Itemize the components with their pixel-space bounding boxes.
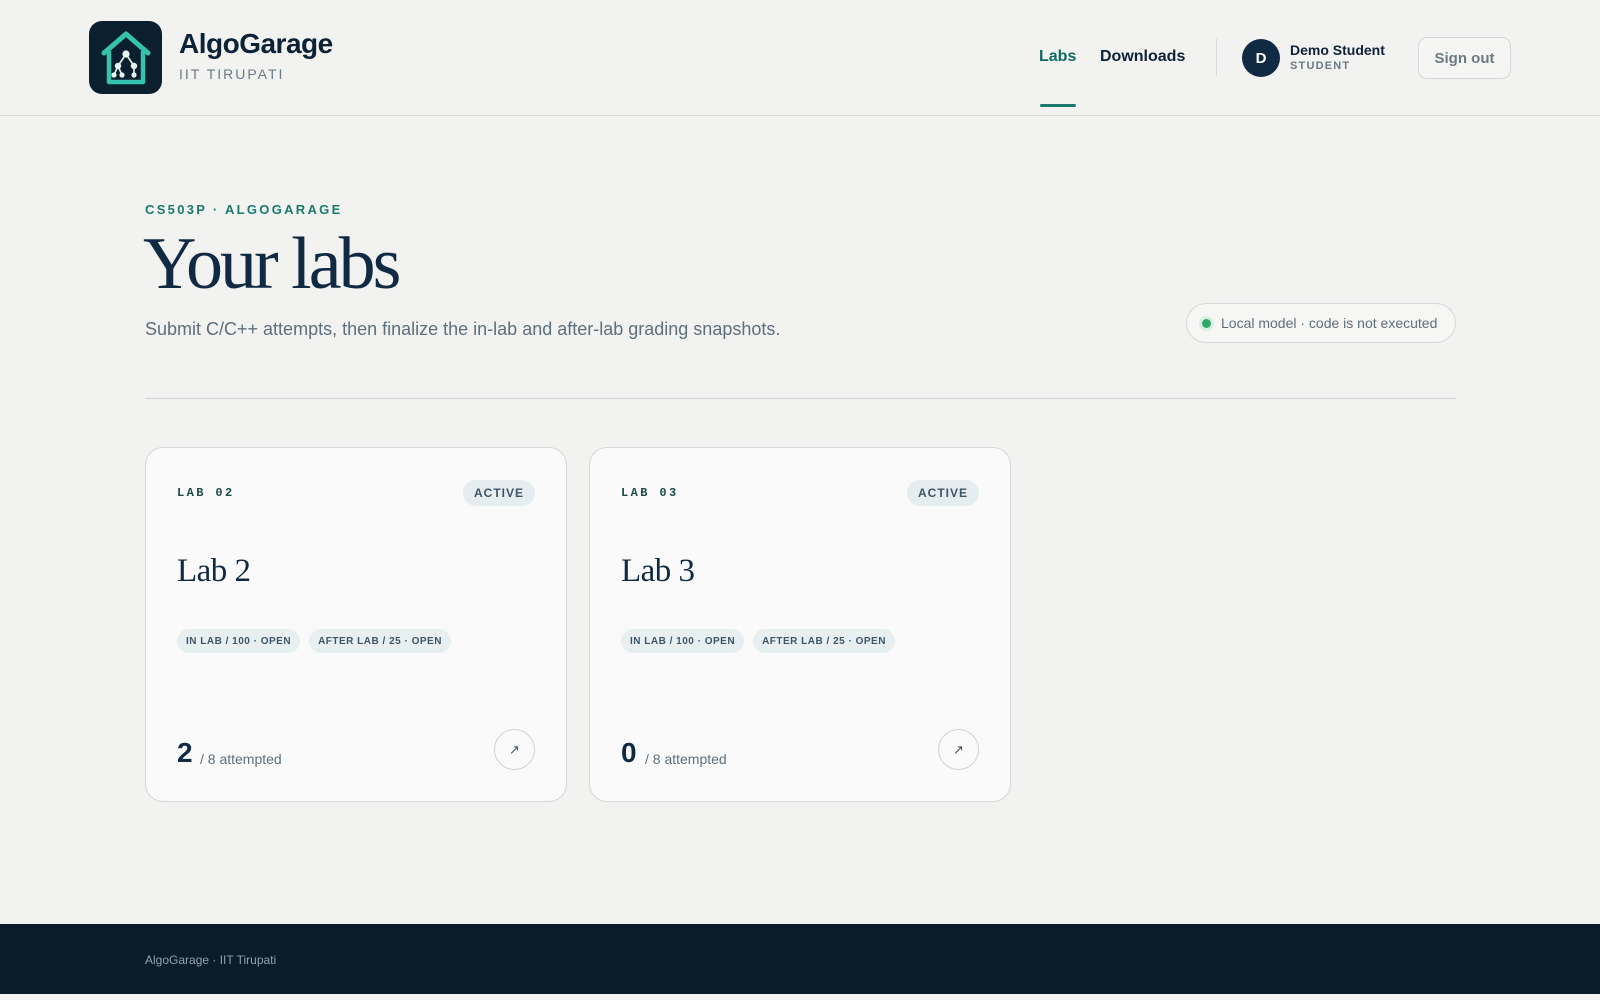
brand-name: AlgoGarage [179,28,333,59]
lab-tag: LAB 02 [177,486,235,500]
lab-title[interactable]: Lab 3 [621,553,695,590]
in-lab-chip: IN LAB / 100 · OPEN [177,629,301,653]
lab-card[interactable]: LAB 03 ACTIVE Lab 3 IN LAB / 100 · OPEN … [589,447,1011,802]
lab-status-badge: ACTIVE [906,480,979,506]
user-avatar[interactable]: D [1242,39,1280,77]
nav-labs[interactable]: Labs [1039,48,1076,66]
nav-divider [1216,39,1217,76]
nav-downloads[interactable]: Downloads [1100,48,1185,66]
attempted-count: 0 [621,737,637,768]
lab-chips: IN LAB / 100 · OPEN AFTER LAB / 25 · OPE… [621,629,895,653]
attempted-suffix: / 8 attempted [200,751,282,767]
page-footer: AlgoGarage · IIT Tirupati [0,924,1600,994]
section-divider [145,398,1456,399]
in-lab-chip: IN LAB / 100 · OPEN [621,629,745,653]
brand-logo[interactable] [89,21,162,94]
status-text: Local model · code is not executed [1221,315,1438,331]
footer-text: AlgoGarage · IIT Tirupati [145,953,277,967]
after-lab-chip: AFTER LAB / 25 · OPEN [753,629,895,653]
lab-title[interactable]: Lab 2 [177,553,251,590]
arrow-up-right-icon: ↗ [953,741,964,757]
attempted-count: 2 [177,737,193,768]
lab-tag: LAB 03 [621,486,679,500]
nav-active-indicator [1040,104,1076,107]
arrow-up-right-icon: ↗ [509,741,520,757]
brand-subtitle: IIT TIRUPATI [179,66,285,82]
user-name: Demo Student [1290,42,1385,58]
sign-out-button[interactable]: Sign out [1418,37,1511,79]
page-description: Submit C/C++ attempts, then finalize the… [145,319,781,339]
open-lab-button[interactable]: ↗ [938,729,979,770]
after-lab-chip: AFTER LAB / 25 · OPEN [309,629,451,653]
lab-status-badge: ACTIVE [462,480,535,506]
status-badge: Local model · code is not executed [1186,303,1456,343]
house-tree-icon [101,31,150,84]
top-header: AlgoGarage IIT TIRUPATI Labs Downloads D… [0,0,1600,116]
lab-chips: IN LAB / 100 · OPEN AFTER LAB / 25 · OPE… [177,629,451,653]
user-role: STUDENT [1290,60,1351,72]
lab-card[interactable]: LAB 02 ACTIVE Lab 2 IN LAB / 100 · OPEN … [145,447,567,802]
page-title: Your labs [143,223,401,305]
open-lab-button[interactable]: ↗ [494,729,535,770]
course-eyebrow: CS503P · ALGOGARAGE [145,202,343,217]
attempted-suffix: / 8 attempted [645,751,727,767]
status-dot-icon [1202,318,1211,328]
